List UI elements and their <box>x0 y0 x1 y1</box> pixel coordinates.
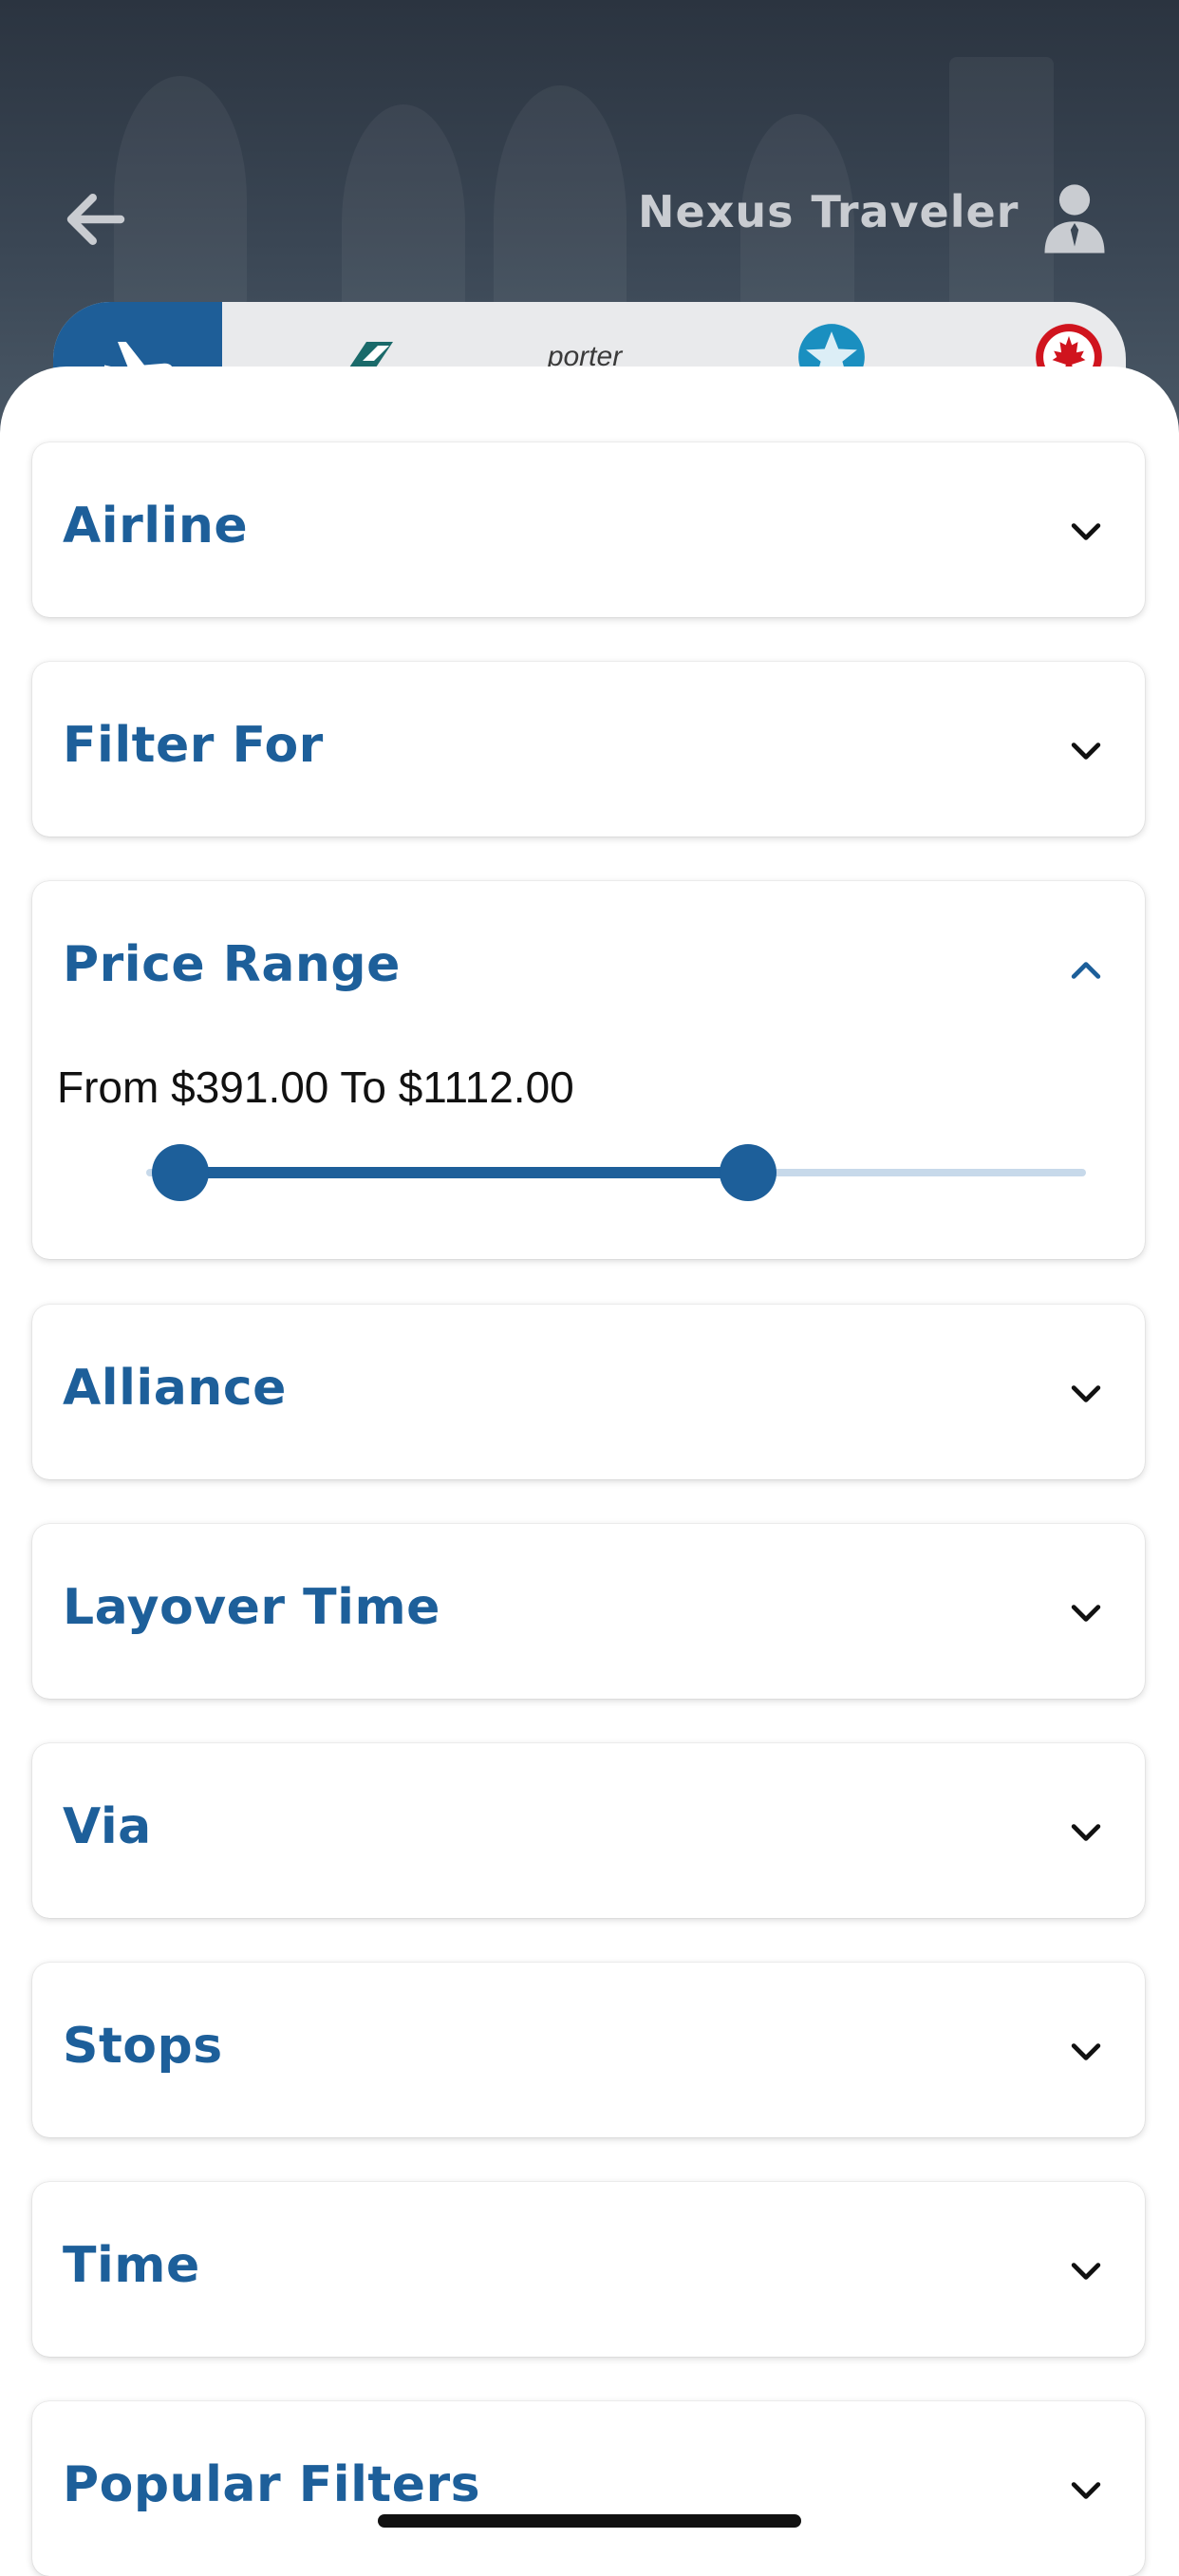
arrow-left-icon <box>66 194 125 245</box>
filter-title-via: Via <box>63 1798 152 1855</box>
filter-sheet: Airline Filter For Price Range From $391… <box>0 367 1179 2576</box>
chevron-down-icon[interactable] <box>1065 2470 1107 2511</box>
filter-card-time[interactable]: Time <box>32 2182 1145 2357</box>
chevron-down-icon[interactable] <box>1065 1592 1107 1634</box>
price-to-value: $1112.00 <box>398 1062 574 1112</box>
chevron-down-icon[interactable] <box>1065 1812 1107 1853</box>
price-from-label: From <box>57 1062 159 1112</box>
filter-card-layover-time[interactable]: Layover Time <box>32 1524 1145 1699</box>
brand-word-1: Nexus <box>638 186 795 237</box>
price-from-value: $391.00 <box>171 1062 329 1112</box>
filter-title-airline: Airline <box>63 498 249 555</box>
chevron-down-icon[interactable] <box>1065 2031 1107 2073</box>
app-brand: Nexus Traveler <box>638 186 1019 237</box>
filter-card-stops[interactable]: Stops <box>32 1963 1145 2137</box>
chevron-down-icon[interactable] <box>1065 511 1107 553</box>
filter-card-via[interactable]: Via <box>32 1743 1145 1918</box>
price-range-slider[interactable] <box>146 1143 1086 1201</box>
slider-max-handle[interactable] <box>719 1144 777 1201</box>
chevron-up-icon[interactable] <box>1065 950 1107 991</box>
price-to-label: To <box>340 1062 386 1112</box>
chevron-down-icon[interactable] <box>1065 1373 1107 1415</box>
filter-title-stops: Stops <box>63 2018 223 2075</box>
filter-title-price-range: Price Range <box>63 936 401 993</box>
filter-title-layover-time: Layover Time <box>63 1579 440 1636</box>
filter-title-time: Time <box>63 2237 200 2294</box>
slider-track-fill <box>180 1167 748 1178</box>
chevron-down-icon[interactable] <box>1065 730 1107 772</box>
filter-card-airline[interactable]: Airline <box>32 442 1145 617</box>
back-button[interactable] <box>55 179 137 260</box>
brand-word-2: Traveler <box>811 186 1020 237</box>
filter-title-alliance: Alliance <box>63 1360 287 1417</box>
chevron-down-icon[interactable] <box>1065 2250 1107 2292</box>
filter-card-alliance[interactable]: Alliance <box>32 1305 1145 1479</box>
price-range-summary: From $391.00 To $1112.00 <box>57 1062 574 1113</box>
slider-min-handle[interactable] <box>152 1144 209 1201</box>
filter-title-popular-filters: Popular Filters <box>63 2456 481 2513</box>
user-icon <box>1044 184 1105 254</box>
filter-title-filter-for: Filter For <box>63 717 324 774</box>
home-indicator <box>378 2514 801 2528</box>
filter-card-filter-for[interactable]: Filter For <box>32 662 1145 837</box>
filter-card-popular-filters[interactable]: Popular Filters <box>32 2401 1145 2576</box>
profile-button[interactable] <box>1035 177 1114 256</box>
filter-card-price-range[interactable]: Price Range From $391.00 To $1112.00 <box>32 881 1145 1259</box>
